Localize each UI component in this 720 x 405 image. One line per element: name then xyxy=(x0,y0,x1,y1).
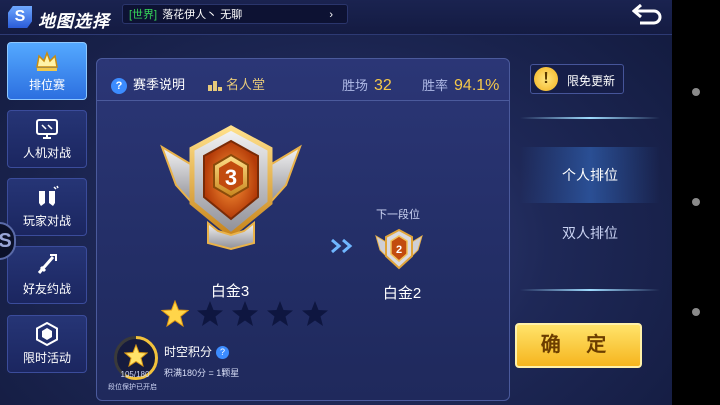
hall-of-fame-link[interactable]: 名人堂 xyxy=(208,74,265,93)
nav-dot-icon[interactable] xyxy=(692,88,700,96)
star-points-icon xyxy=(124,344,148,368)
world-chat-bar[interactable]: [世界] 落花伊人丶 无聊 › xyxy=(122,4,348,24)
star-filled-icon xyxy=(161,300,189,328)
hall-of-fame-label: 名人堂 xyxy=(226,77,266,92)
podium-icon xyxy=(208,80,222,91)
sidebar-item-ranked[interactable]: 排位赛 xyxy=(7,42,87,100)
sidebar-item-label: 限时活动 xyxy=(22,351,71,365)
points-title: 时空积分? xyxy=(164,343,230,360)
question-icon: ? xyxy=(111,77,127,94)
sidebar-item-pvp[interactable]: 玩家对战 xyxy=(7,178,87,236)
wins-label: 胜场 xyxy=(342,78,369,93)
panel-divider xyxy=(96,100,510,101)
winrate-stat: 胜率 94.1% xyxy=(422,75,499,95)
points-count: 105/180 xyxy=(120,370,150,379)
star-empty-icon xyxy=(302,301,328,326)
fists-icon xyxy=(39,185,59,206)
sidebar-item-label: 排位赛 xyxy=(28,78,65,92)
next-tier-number: 2 xyxy=(396,244,402,256)
chat-message: 落花伊人丶 无聊 xyxy=(162,9,243,21)
next-rank-name: 白金2 xyxy=(382,285,422,302)
sidebar-item-vs-ai[interactable]: 人机对战 xyxy=(7,110,87,168)
wins-value: 32 xyxy=(374,77,392,94)
rank-protection-status: 段位保护已开启 xyxy=(108,384,157,391)
tab-divider xyxy=(520,289,660,291)
top-bar: S 地图选择 [世界] 落花伊人丶 无聊 › xyxy=(0,0,672,35)
chat-channel: [世界] xyxy=(129,9,158,21)
platinum-rank-badge-icon: 3 xyxy=(160,125,302,251)
back-arrow-icon[interactable] xyxy=(632,4,662,28)
free-update-label: 限免更新 xyxy=(567,74,616,88)
star-empty-icon xyxy=(232,301,258,326)
tab-divider xyxy=(520,117,660,119)
next-rank-badge-icon: 2 xyxy=(375,228,423,270)
free-update-button[interactable]: ! 限免更新 xyxy=(530,64,624,94)
game-logo-icon: S xyxy=(8,6,32,28)
nav-dot-icon[interactable] xyxy=(692,198,700,206)
nav-dot-icon[interactable] xyxy=(692,308,700,316)
game-screen: S 地图选择 [世界] 落花伊人丶 无聊 › 排位赛 人机对战 玩家对战 好友约… xyxy=(0,0,672,405)
next-rank-label: 下一段位 xyxy=(376,209,420,221)
swords-icon xyxy=(37,254,57,274)
double-chevron-right-icon xyxy=(331,238,353,254)
star-empty-icon xyxy=(267,301,293,326)
exclamation-icon: ! xyxy=(534,67,558,91)
hexagon-badge-icon xyxy=(36,322,58,346)
current-rank-name: 白金3 xyxy=(210,283,250,300)
wins-stat: 胜场 32 xyxy=(342,75,392,95)
season-info-label: 赛季说明 xyxy=(133,77,186,92)
points-help-icon[interactable]: ? xyxy=(216,346,230,360)
winrate-label: 胜率 xyxy=(422,78,449,93)
sidebar-item-limited-event[interactable]: 限时活动 xyxy=(7,315,87,373)
tab-solo-ranked[interactable]: 个人排位 xyxy=(520,147,660,203)
tab-duo-ranked[interactable]: 双人排位 xyxy=(520,205,660,261)
crown-icon xyxy=(36,50,58,71)
system-navigation-bar xyxy=(672,0,720,405)
confirm-button[interactable]: 确 定 xyxy=(515,323,642,368)
monitor-icon xyxy=(36,119,58,139)
points-title-label: 时空积分 xyxy=(164,345,213,359)
season-info-link[interactable]: ? 赛季说明 xyxy=(111,74,185,94)
current-tier-number: 3 xyxy=(225,165,237,190)
star-empty-icon xyxy=(197,301,223,326)
points-rule: 积满180分 = 1颗星 xyxy=(164,368,240,378)
sidebar-item-friend-match[interactable]: 好友约战 xyxy=(7,246,87,304)
chat-expand-icon[interactable]: › xyxy=(329,5,333,25)
page-title: 地图选择 xyxy=(38,12,110,31)
winrate-value: 94.1% xyxy=(454,77,500,94)
sidebar-item-label: 玩家对战 xyxy=(22,214,71,228)
sidebar-item-label: 好友约战 xyxy=(22,282,71,296)
sidebar-item-label: 人机对战 xyxy=(22,146,71,160)
